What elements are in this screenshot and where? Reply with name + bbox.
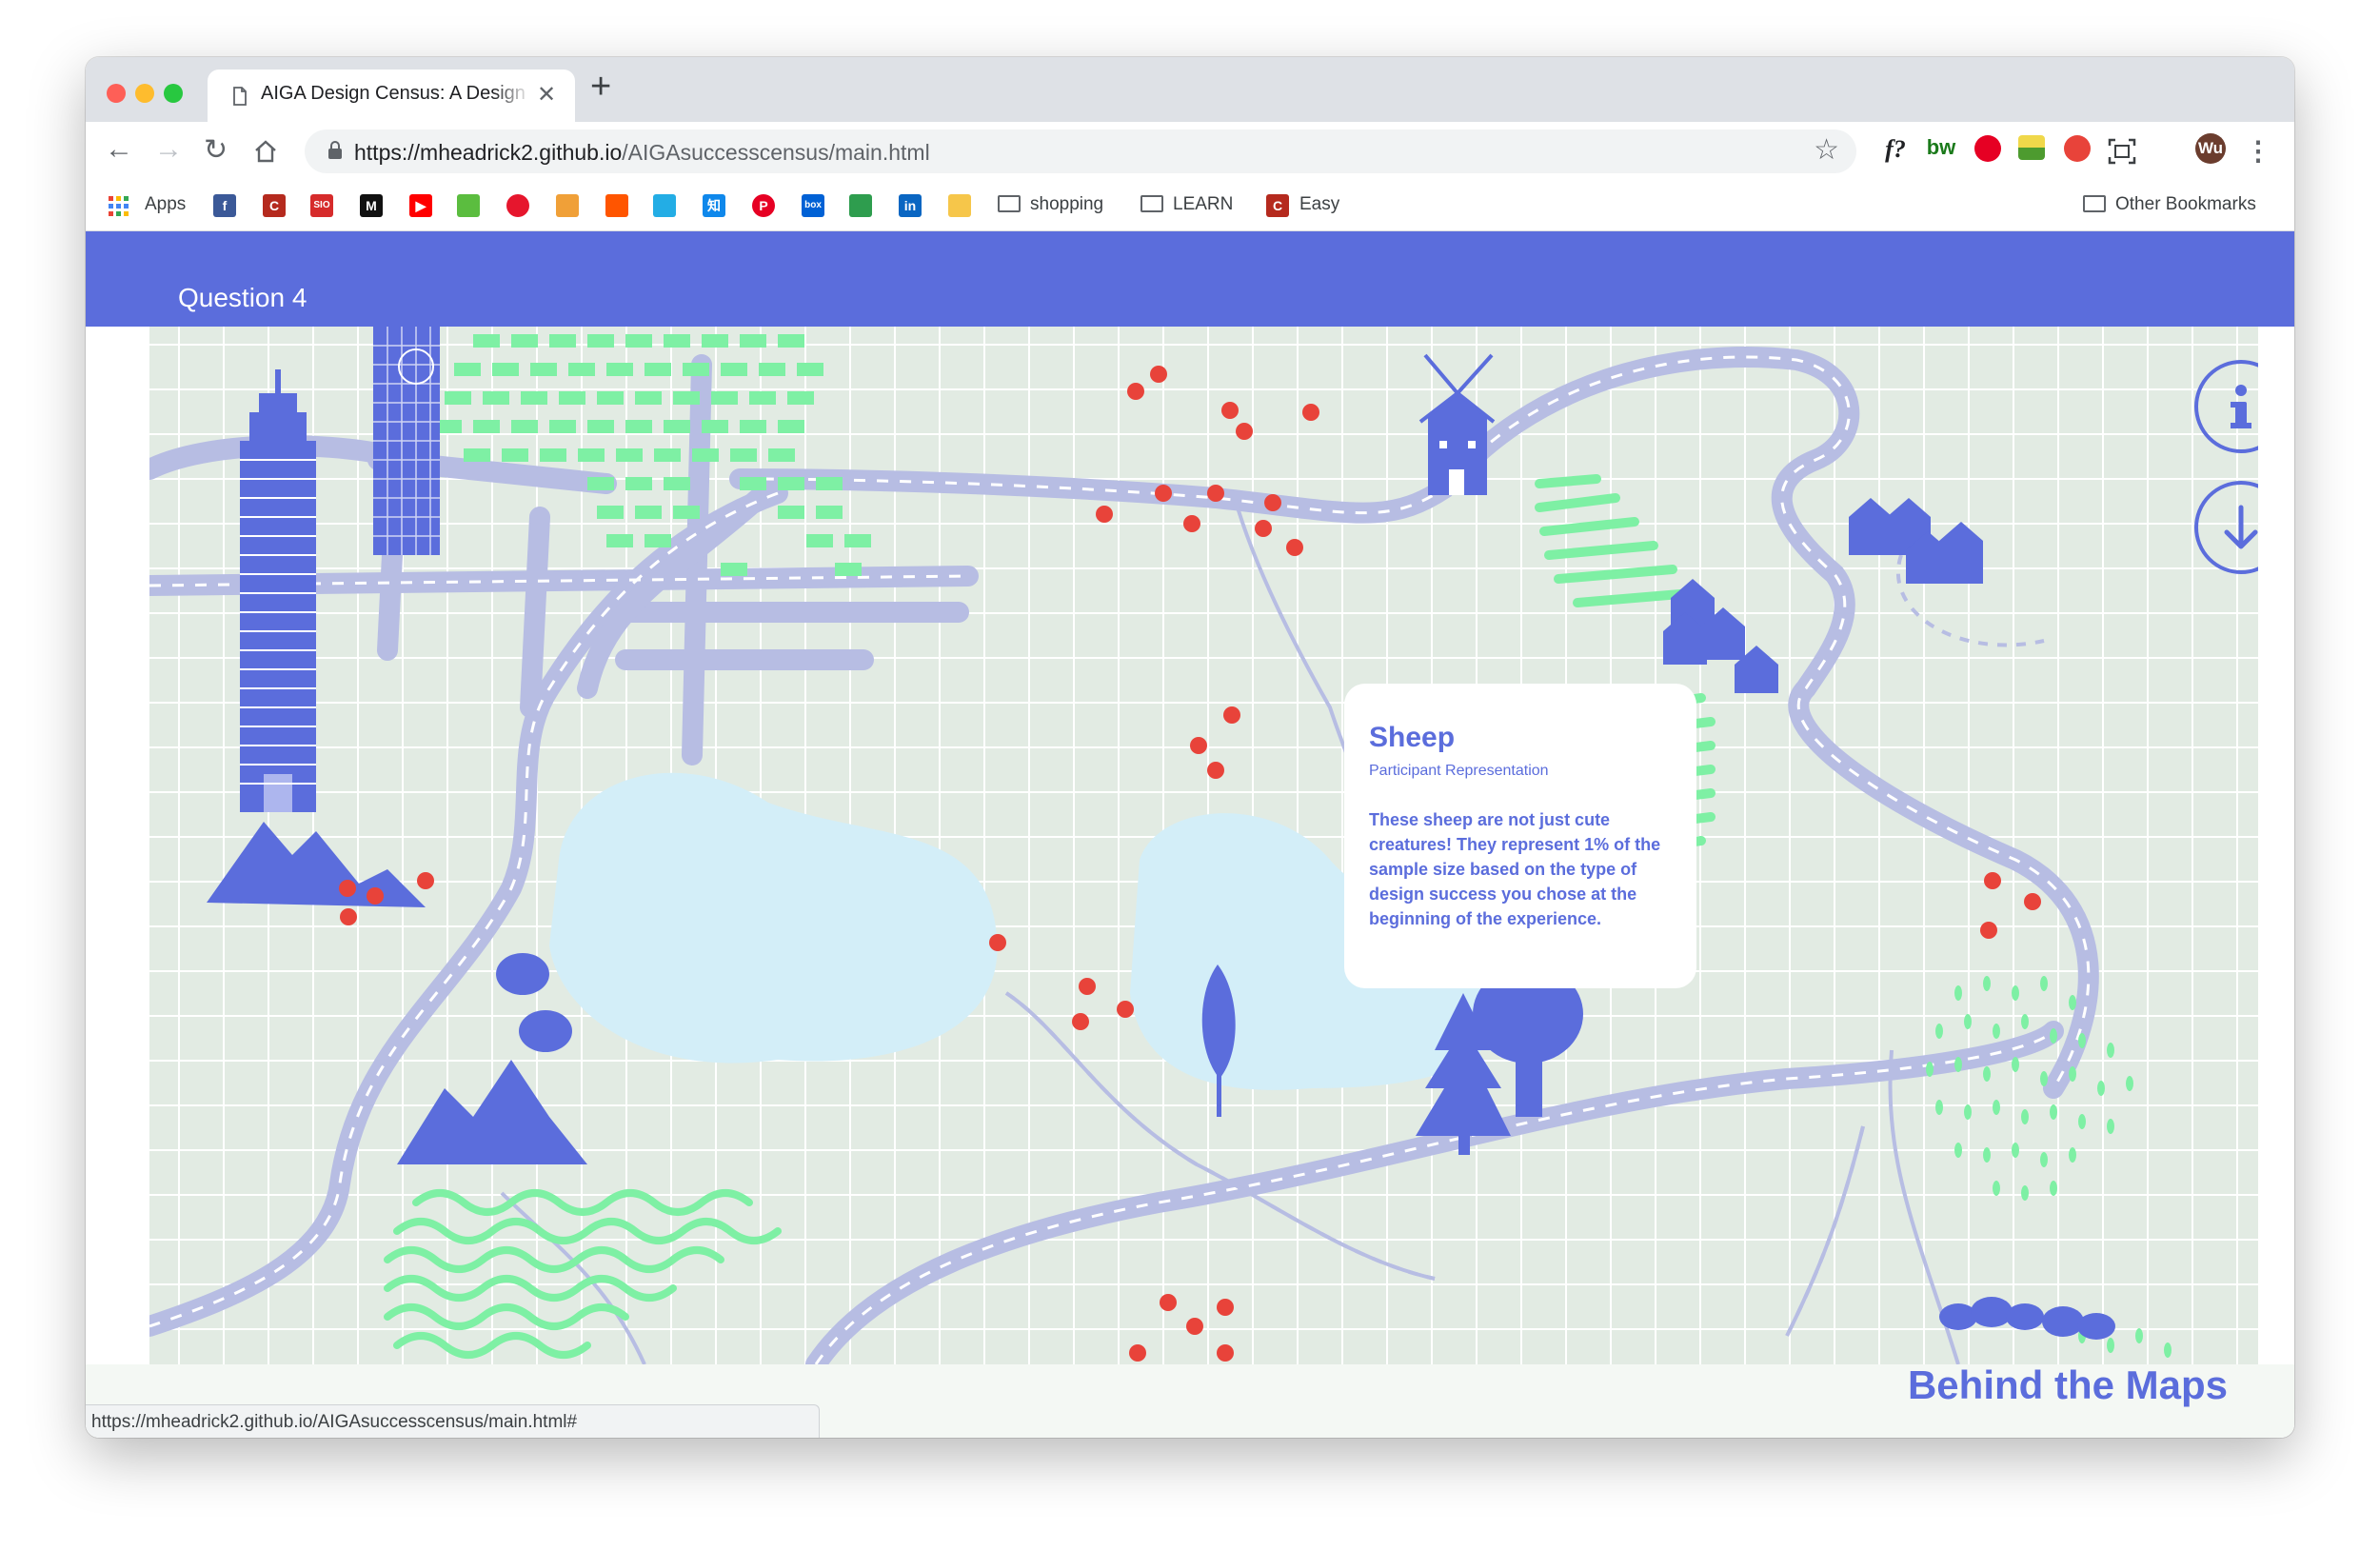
home-icon[interactable]: [253, 139, 278, 164]
tab-title: AIGA Design Census: A Design Census Visu…: [261, 83, 531, 104]
info-icon: [2231, 385, 2251, 428]
popup-body: These sheep are not just cute creatures!…: [1369, 810, 1661, 928]
behind-the-maps-link[interactable]: Behind the Maps: [1908, 1362, 2228, 1408]
lock-icon: [328, 141, 342, 159]
map-artwork: [149, 327, 2172, 1364]
document-icon: [233, 87, 247, 106]
bilibili-icon[interactable]: [653, 194, 676, 217]
zhihu-icon[interactable]: 知: [703, 194, 725, 217]
weibo-icon[interactable]: [506, 194, 529, 217]
extension-bw-icon[interactable]: bw: [1925, 135, 1957, 168]
extension-leaf-icon[interactable]: [2018, 135, 2045, 160]
bookmark-easy-icon[interactable]: C: [1266, 194, 1289, 217]
bookmark-folder-shopping[interactable]: shopping: [998, 194, 1103, 217]
reload-icon[interactable]: ↻: [204, 133, 228, 167]
maximize-window-button[interactable]: [164, 84, 183, 103]
linkedin-icon[interactable]: in: [899, 194, 922, 217]
bookmark-hand-icon[interactable]: [948, 194, 971, 217]
status-url: https://mheadrick2.github.io/AIGAsuccess…: [91, 1412, 578, 1432]
url-path: /AIGAsuccesscensus/main.html: [622, 140, 930, 165]
pinterest-extension-icon[interactable]: [1974, 135, 2001, 162]
status-bar: https://mheadrick2.github.io/AIGAsuccess…: [86, 1404, 820, 1438]
bookmarks-bar: Apps f C SIO M ▶ 知 P box in shopping LEA…: [86, 181, 2294, 231]
facebook-icon[interactable]: f: [213, 194, 236, 217]
green-field-blocks: [435, 334, 871, 576]
web-page: Question 4 Sheep Participant Representat…: [86, 231, 2294, 1438]
bookmark-c-icon[interactable]: C: [263, 194, 286, 217]
youtube-icon[interactable]: ▶: [409, 194, 432, 217]
arrow-down-icon: [2224, 505, 2258, 549]
bookmark-folder-other[interactable]: Other Bookmarks: [2083, 194, 2256, 217]
browser-window: AIGA Design Census: A Design Census Visu…: [86, 57, 2294, 1438]
back-icon[interactable]: ←: [105, 133, 133, 166]
windmill: [1418, 353, 1496, 495]
bookmark-green-icon[interactable]: [457, 194, 480, 217]
bookmark-apps[interactable]: Apps: [145, 194, 186, 217]
box-icon[interactable]: box: [802, 194, 824, 217]
folder-icon: [1140, 195, 1163, 212]
lake-left: [549, 772, 998, 1064]
bookmark-store-icon[interactable]: [849, 194, 872, 217]
address-bar[interactable]: https://mheadrick2.github.io/AIGAsuccess…: [305, 129, 1856, 173]
menu-kebab-icon[interactable]: ⋮: [2245, 135, 2271, 168]
toolbar: ← → ↻ https://mheadrick2.github.io/AIGAs…: [86, 122, 2294, 181]
profile-avatar[interactable]: Wu: [2195, 133, 2226, 164]
adblock-icon[interactable]: [2064, 135, 2091, 162]
green-waves: [384, 1189, 782, 1359]
pinterest-bookmark-icon[interactable]: P: [752, 194, 775, 217]
apps-grid-icon[interactable]: [109, 196, 129, 217]
question-label: Question 4: [178, 283, 307, 312]
roads: [149, 346, 2099, 1364]
bookmark-sio-icon[interactable]: SIO: [310, 194, 333, 217]
folder-icon: [2083, 195, 2106, 212]
page-header: Question 4: [86, 231, 2294, 327]
popup-title: Sheep: [1369, 722, 1456, 753]
bookmark-folder-learn[interactable]: LEARN: [1140, 194, 1233, 217]
tab-bar: AIGA Design Census: A Design Census Visu…: [86, 57, 2294, 123]
tab-close-icon[interactable]: ✕: [537, 81, 556, 109]
new-tab-button[interactable]: +: [590, 67, 611, 108]
extension-fonts-icon[interactable]: f?: [1879, 135, 1912, 168]
close-window-button[interactable]: [107, 84, 126, 103]
soundcloud-icon[interactable]: [605, 194, 628, 217]
download-button[interactable]: [2194, 481, 2258, 574]
forward-icon[interactable]: →: [154, 133, 183, 166]
bookmark-stripes-icon[interactable]: [556, 194, 579, 217]
bookmark-easy[interactable]: Easy: [1299, 194, 1339, 217]
tab-active[interactable]: AIGA Design Census: A Design Census Visu…: [208, 70, 575, 123]
bookmark-star-icon[interactable]: ☆: [1814, 133, 1839, 167]
illustrated-map: Sheep Participant Representation These s…: [149, 327, 2258, 1364]
medium-icon[interactable]: M: [360, 194, 383, 217]
minimize-window-button[interactable]: [135, 84, 154, 103]
folder-icon: [998, 195, 1021, 212]
info-popup: Sheep Participant Representation These s…: [1344, 684, 1696, 988]
popup-subtitle: Participant Representation: [1369, 763, 1549, 779]
url-host: https://mheadrick2.github.io: [354, 140, 623, 165]
screenshot-icon[interactable]: [2108, 135, 2136, 168]
info-button[interactable]: [2194, 360, 2258, 453]
